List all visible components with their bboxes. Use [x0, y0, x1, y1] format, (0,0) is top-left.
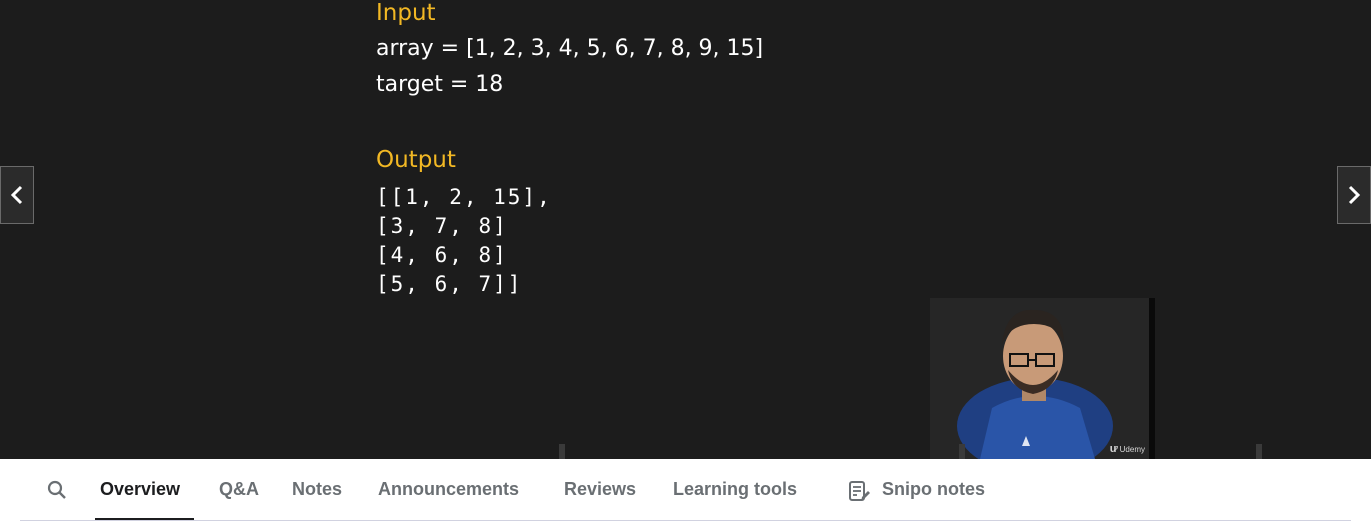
output-line: [[1, 2, 15], — [376, 185, 552, 209]
video-player[interactable]: Input array = [1, 2, 3, 4, 5, 6, 7, 8, 9… — [0, 0, 1371, 459]
previous-lecture-button[interactable] — [0, 166, 34, 224]
tab-overview[interactable]: Overview — [100, 479, 180, 500]
tab-reviews[interactable]: Reviews — [564, 479, 636, 500]
output-heading: Output — [376, 147, 456, 173]
array-line: array = [1, 2, 3, 4, 5, 6, 7, 8, 9, 15] — [376, 36, 764, 61]
tab-snipo-notes[interactable]: Snipo notes — [882, 479, 985, 500]
input-heading: Input — [376, 0, 436, 26]
chevron-left-icon — [10, 185, 23, 205]
udemy-watermark: ư Udemy — [1109, 443, 1145, 455]
tab-announcements[interactable]: Announcements — [378, 479, 519, 500]
course-tab-bar: Overview Q&A Notes Announcements Reviews… — [0, 459, 1371, 527]
notes-icon[interactable] — [847, 479, 871, 503]
next-lecture-button[interactable] — [1337, 166, 1371, 224]
progress-marker — [1256, 444, 1262, 459]
presenter-webcam: ư Udemy — [930, 298, 1155, 459]
tab-qa[interactable]: Q&A — [219, 479, 259, 500]
chevron-right-icon — [1348, 185, 1361, 205]
progress-marker — [959, 444, 965, 459]
tab-learning-tools[interactable]: Learning tools — [673, 479, 797, 500]
target-line: target = 18 — [376, 72, 504, 97]
progress-marker — [559, 444, 565, 459]
webcam-edge — [1149, 298, 1155, 459]
search-icon[interactable] — [46, 479, 68, 501]
output-line: [3, 7, 8] — [376, 214, 508, 238]
tab-notes[interactable]: Notes — [292, 479, 342, 500]
output-line: [5, 6, 7]] — [376, 272, 523, 296]
output-line: [4, 6, 8] — [376, 243, 508, 267]
presenter-figure — [957, 309, 1113, 459]
tab-divider — [20, 520, 1351, 521]
